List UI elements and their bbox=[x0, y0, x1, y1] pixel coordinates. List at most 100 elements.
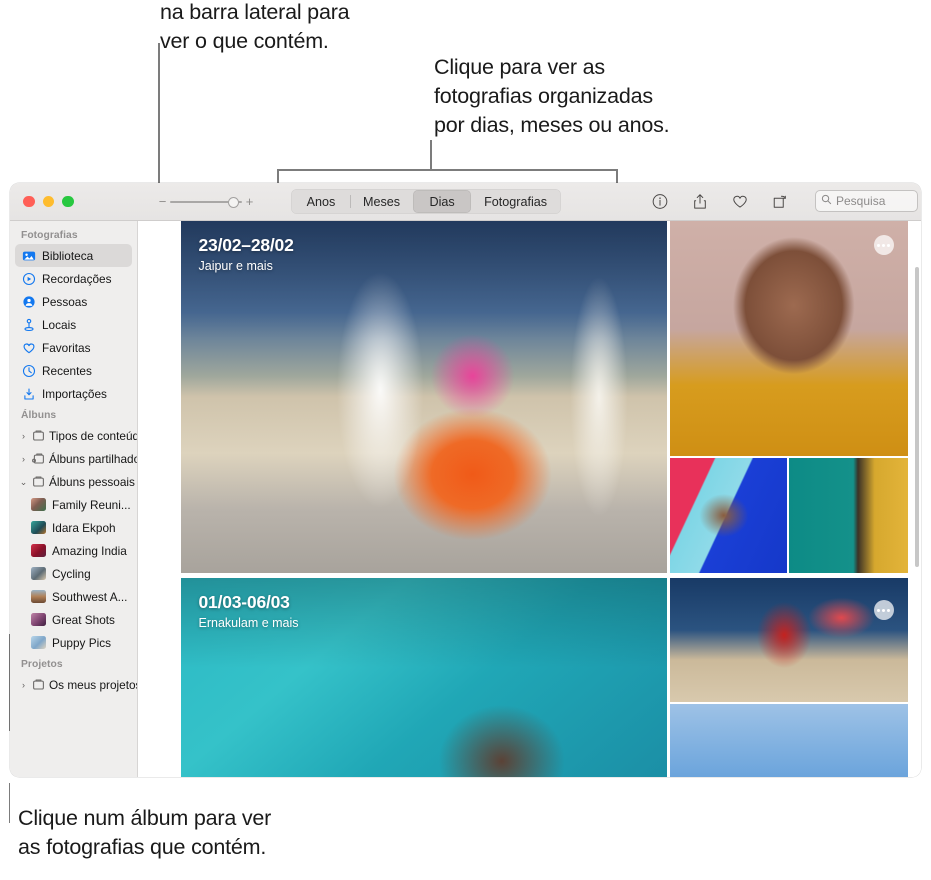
sidebar-section-fotografias: Fotografias bbox=[10, 225, 137, 244]
sidebar-item-label: Recordações bbox=[42, 272, 112, 286]
search-input[interactable]: Pesquisa bbox=[836, 194, 885, 208]
sidebar-item-albuns-pessoais[interactable]: ⌄ Álbuns pessoais bbox=[15, 470, 132, 493]
search-field[interactable]: Pesquisa bbox=[815, 190, 918, 212]
photo-woman-by-green-door[interactable] bbox=[789, 458, 908, 573]
album-thumbnail bbox=[31, 636, 46, 649]
close-button[interactable] bbox=[23, 196, 35, 208]
album-thumbnail bbox=[31, 567, 46, 580]
sidebar[interactable]: Fotografias Biblioteca Recordações Pesso… bbox=[10, 221, 138, 777]
zoom-in-icon[interactable]: + bbox=[245, 197, 254, 207]
photo-more-button[interactable] bbox=[874, 600, 894, 620]
photo-person-against-sky[interactable] bbox=[670, 704, 908, 777]
sidebar-item-label: Tipos de conteúdo bbox=[49, 429, 138, 443]
chevron-right-icon[interactable]: › bbox=[19, 452, 28, 466]
chevron-down-icon[interactable]: ⌄ bbox=[19, 475, 28, 489]
rotate-icon[interactable] bbox=[771, 192, 789, 211]
memories-icon bbox=[21, 271, 36, 286]
album-thumbnail bbox=[31, 521, 46, 534]
import-icon bbox=[21, 386, 36, 401]
folder-icon bbox=[31, 677, 46, 692]
zoom-slider-track[interactable] bbox=[170, 201, 242, 203]
maximize-button[interactable] bbox=[62, 196, 74, 208]
photo-cyclist-with-red-scarf[interactable] bbox=[670, 578, 908, 702]
minimize-button[interactable] bbox=[43, 196, 55, 208]
sidebar-item-label: Álbuns partilhados bbox=[49, 452, 138, 466]
clock-icon bbox=[21, 363, 36, 378]
photo-grid[interactable]: 23/02–28/02 Jaipur e mais bbox=[139, 221, 922, 777]
sidebar-section-projetos: Projetos bbox=[10, 654, 137, 673]
sidebar-album-family-reunion[interactable]: Family Reuni... bbox=[15, 493, 132, 516]
tab-anos[interactable]: Anos bbox=[292, 190, 350, 213]
sidebar-item-importacoes[interactable]: Importações bbox=[15, 382, 132, 405]
info-icon[interactable] bbox=[651, 192, 669, 211]
sidebar-item-biblioteca[interactable]: Biblioteca bbox=[15, 244, 132, 267]
sidebar-album-amazing-india[interactable]: Amazing India bbox=[15, 539, 132, 562]
heart-icon[interactable] bbox=[731, 192, 749, 211]
tab-fotografias[interactable]: Fotografias bbox=[471, 190, 560, 213]
places-icon bbox=[21, 317, 36, 332]
photo-man-with-sunglasses[interactable] bbox=[670, 458, 787, 573]
sidebar-album-label: Amazing India bbox=[52, 544, 127, 558]
toolbar: − + Anos Meses Dias Fotografias bbox=[10, 183, 921, 221]
photo-woman-in-orange-scarf[interactable] bbox=[670, 221, 908, 456]
sidebar-item-recordacoes[interactable]: Recordações bbox=[15, 267, 132, 290]
people-icon bbox=[21, 294, 36, 309]
photo-dancer-in-pavilion[interactable] bbox=[181, 221, 667, 573]
sidebar-item-label: Locais bbox=[42, 318, 76, 332]
photo-more-button[interactable] bbox=[874, 235, 894, 255]
photo-swimmer-in-water[interactable] bbox=[181, 578, 667, 777]
zoom-out-icon[interactable]: − bbox=[158, 197, 167, 207]
sidebar-album-idara-ekpoh[interactable]: Idara Ekpoh bbox=[15, 516, 132, 539]
sidebar-album-label: Puppy Pics bbox=[52, 636, 111, 650]
sidebar-section-albuns: Álbuns bbox=[10, 405, 137, 424]
sidebar-item-label: Favoritas bbox=[42, 341, 91, 355]
library-icon bbox=[21, 248, 36, 263]
sidebar-item-locais[interactable]: Locais bbox=[15, 313, 132, 336]
album-thumbnail bbox=[31, 498, 46, 511]
zoom-slider-thumb[interactable] bbox=[228, 197, 239, 208]
sidebar-item-label: Pessoas bbox=[42, 295, 87, 309]
vertical-scrollbar[interactable] bbox=[915, 267, 919, 567]
sidebar-item-favoritas[interactable]: Favoritas bbox=[15, 336, 132, 359]
heart-icon bbox=[21, 340, 36, 355]
album-thumbnail bbox=[31, 613, 46, 626]
leader-line-right-vertical bbox=[430, 140, 432, 170]
sidebar-item-albuns-partilhados[interactable]: › Álbuns partilhados bbox=[15, 447, 132, 470]
sidebar-item-label: Álbuns pessoais bbox=[49, 475, 135, 489]
album-thumbnail bbox=[31, 590, 46, 603]
folder-icon bbox=[31, 428, 46, 443]
callout-sidebar-text: na barra lateral para ver o que contém. bbox=[160, 0, 460, 56]
sidebar-album-label: Southwest A... bbox=[52, 590, 127, 604]
photos-app-window: − + Anos Meses Dias Fotografias bbox=[10, 183, 921, 777]
sidebar-item-os-meus-projetos[interactable]: › Os meus projetos bbox=[15, 673, 132, 696]
tab-meses[interactable]: Meses bbox=[350, 190, 413, 213]
sidebar-album-cycling[interactable]: Cycling bbox=[15, 562, 132, 585]
sidebar-item-recentes[interactable]: Recentes bbox=[15, 359, 132, 382]
search-icon bbox=[821, 192, 832, 210]
leader-line-bottom-vertical bbox=[9, 783, 11, 823]
chevron-right-icon[interactable]: › bbox=[19, 429, 28, 443]
sidebar-album-label: Idara Ekpoh bbox=[52, 521, 116, 535]
sidebar-item-label: Recentes bbox=[42, 364, 92, 378]
share-icon[interactable] bbox=[691, 192, 709, 211]
photo-group: 23/02–28/02 Jaipur e mais bbox=[181, 221, 908, 576]
sidebar-item-tipos-de-conteudo[interactable]: › Tipos de conteúdo bbox=[15, 424, 132, 447]
folder-icon bbox=[31, 474, 46, 489]
sidebar-album-label: Cycling bbox=[52, 567, 91, 581]
sidebar-album-southwest[interactable]: Southwest A... bbox=[15, 585, 132, 608]
sidebar-album-label: Family Reuni... bbox=[52, 498, 131, 512]
sidebar-item-label: Biblioteca bbox=[42, 249, 93, 263]
callout-album-text: Clique num álbum para ver as fotografias… bbox=[18, 804, 438, 862]
toolbar-icon-group bbox=[651, 192, 789, 211]
traffic-lights bbox=[23, 196, 74, 208]
sidebar-album-puppy-pics[interactable]: Puppy Pics bbox=[15, 631, 132, 654]
sidebar-item-label: Importações bbox=[42, 387, 107, 401]
shared-folder-icon bbox=[31, 451, 46, 466]
zoom-slider[interactable]: − + bbox=[158, 195, 254, 209]
sidebar-item-pessoas[interactable]: Pessoas bbox=[15, 290, 132, 313]
sidebar-album-great-shots[interactable]: Great Shots bbox=[15, 608, 132, 631]
sidebar-album-label: Great Shots bbox=[52, 613, 115, 627]
photo-group: 01/03-06/03 Ernakulam e mais bbox=[181, 578, 908, 777]
chevron-right-icon[interactable]: › bbox=[19, 678, 28, 692]
tab-dias[interactable]: Dias bbox=[413, 190, 471, 213]
